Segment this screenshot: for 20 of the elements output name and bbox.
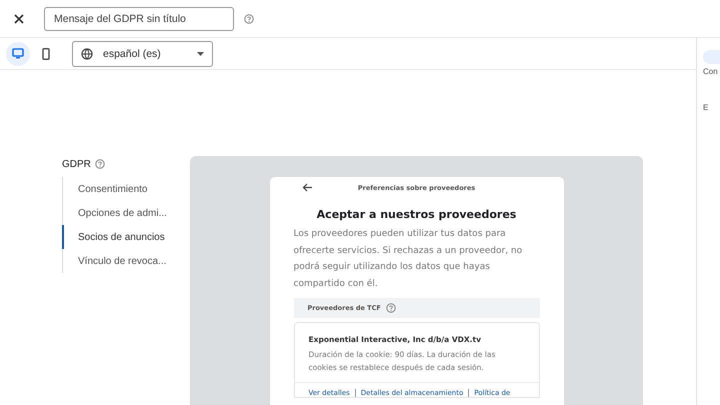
nav-title: GDPR	[62, 158, 91, 170]
dialog-text: Los proveedores pueden utilizar tus datos para ofrecerte servicios. Si rechazas a un proveedor, no podrá seguir utilizando los datos que hayas compartido con él.	[294, 228, 524, 290]
rail-item[interactable]: E	[697, 86, 720, 112]
help-icon[interactable]	[386, 303, 396, 313]
rail-item[interactable]: Con	[697, 50, 720, 76]
help-icon[interactable]	[94, 159, 105, 169]
monitor-icon	[12, 48, 24, 59]
title-field[interactable]: Mensaje del GDPR sin título	[44, 6, 234, 30]
nav-item[interactable]: Vínculo de revoca...	[62, 249, 190, 273]
language-dropdown[interactable]: español (es)	[72, 40, 213, 66]
dialog-title: Aceptar a nuestros proveedores	[316, 208, 518, 221]
caret-icon	[197, 52, 204, 56]
nav-item[interactable]: Consentimiento	[62, 177, 190, 201]
close-button[interactable]	[12, 12, 26, 26]
device-toggle[interactable]	[6, 42, 30, 66]
globe-icon	[81, 48, 93, 60]
phone-icon	[42, 48, 50, 60]
help-icon[interactable]	[244, 14, 254, 24]
nav-item[interactable]: Opciones de admi...	[62, 201, 190, 225]
back-button[interactable]	[302, 183, 312, 192]
